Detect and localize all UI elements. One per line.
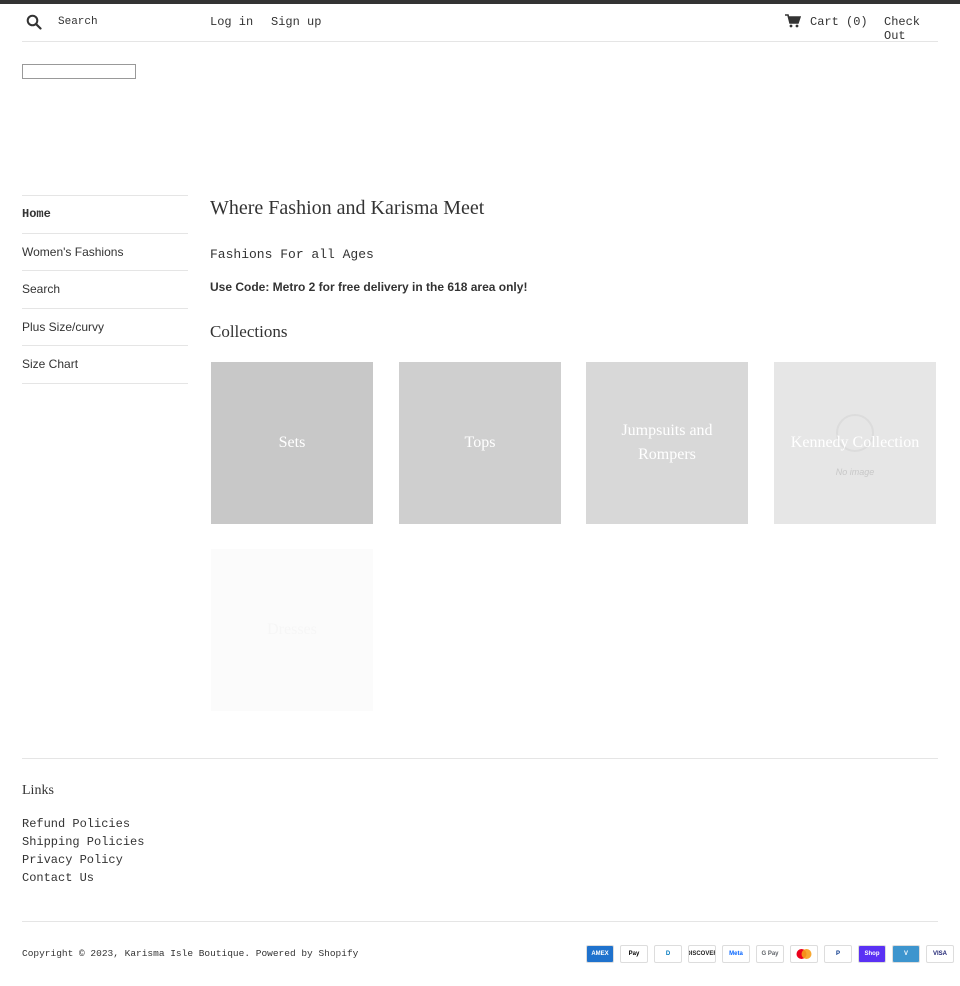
- sidebar-item-womens-fashions[interactable]: Women's Fashions: [22, 234, 188, 271]
- page-title: Where Fashion and Karisma Meet: [210, 197, 485, 219]
- payment-icons: AMEX Pay D DISCOVER Meta G Pay P Shop V VISA: [586, 945, 954, 963]
- login-link[interactable]: Log in: [210, 15, 253, 29]
- diners-club-icon: D: [654, 945, 682, 963]
- collection-label: Kennedy Collection: [790, 434, 920, 451]
- collection-tile-kennedy[interactable]: No image Kennedy Collection: [774, 362, 936, 524]
- discover-icon: DISCOVER: [688, 945, 716, 963]
- promo-text: Use Code: Metro 2 for free delivery in t…: [210, 280, 528, 294]
- sidebar-item-home[interactable]: Home: [22, 196, 188, 234]
- footer-divider: [22, 758, 938, 759]
- footer-divider: [22, 921, 938, 922]
- amex-icon: AMEX: [586, 945, 614, 963]
- footer-link-shipping[interactable]: Shipping Policies: [22, 835, 144, 853]
- paypal-icon: P: [824, 945, 852, 963]
- visa-icon: VISA: [926, 945, 954, 963]
- store-logo[interactable]: [22, 64, 136, 79]
- footer-link-refund[interactable]: Refund Policies: [22, 817, 144, 835]
- signup-link[interactable]: Sign up: [271, 15, 321, 29]
- footer-links-title: Links: [22, 783, 54, 798]
- footer-links: Refund Policies Shipping Policies Privac…: [22, 817, 144, 889]
- collection-tile-tops[interactable]: Tops: [399, 362, 561, 524]
- search-input[interactable]: [58, 12, 188, 32]
- page-subtitle: Fashions For all Ages: [210, 247, 374, 262]
- sidebar-item-search[interactable]: Search: [22, 271, 188, 309]
- collection-tile-dresses[interactable]: Dresses: [211, 549, 373, 711]
- shop-pay-icon: Shop: [858, 945, 886, 963]
- copyright-text: Copyright © 2023, Karisma Isle Boutique.…: [22, 948, 359, 959]
- site-header: Log in Sign up Cart (0) Check Out: [22, 4, 938, 43]
- cart-link[interactable]: Cart (0): [810, 15, 868, 29]
- sidebar-item-plus-size[interactable]: Plus Size/curvy: [22, 309, 188, 346]
- meta-pay-icon: Meta: [722, 945, 750, 963]
- google-pay-icon: G Pay: [756, 945, 784, 963]
- collection-tile-sets[interactable]: Sets: [211, 362, 373, 524]
- search-icon[interactable]: [26, 14, 42, 30]
- collections-heading: Collections: [210, 322, 288, 341]
- collection-tile-jumpsuits[interactable]: Jumpsuits and Rompers: [586, 362, 748, 524]
- checkout-link[interactable]: Check Out: [884, 15, 938, 43]
- collection-label: Dresses: [267, 621, 317, 638]
- collection-label: Sets: [278, 434, 306, 451]
- footer-link-contact[interactable]: Contact Us: [22, 871, 144, 889]
- sidebar-item-size-chart[interactable]: Size Chart: [22, 346, 188, 384]
- footer-link-privacy[interactable]: Privacy Policy: [22, 853, 144, 871]
- cart-icon[interactable]: [785, 14, 801, 28]
- no-image-text: No image: [835, 467, 875, 477]
- collection-label: Tops: [464, 434, 496, 451]
- sidebar-nav: Home Women's Fashions Search Plus Size/c…: [22, 195, 188, 384]
- mastercard-icon: [790, 945, 818, 963]
- venmo-icon: V: [892, 945, 920, 963]
- collection-label: Jumpsuits and Rompers: [621, 422, 713, 463]
- apple-pay-icon: Pay: [620, 945, 648, 963]
